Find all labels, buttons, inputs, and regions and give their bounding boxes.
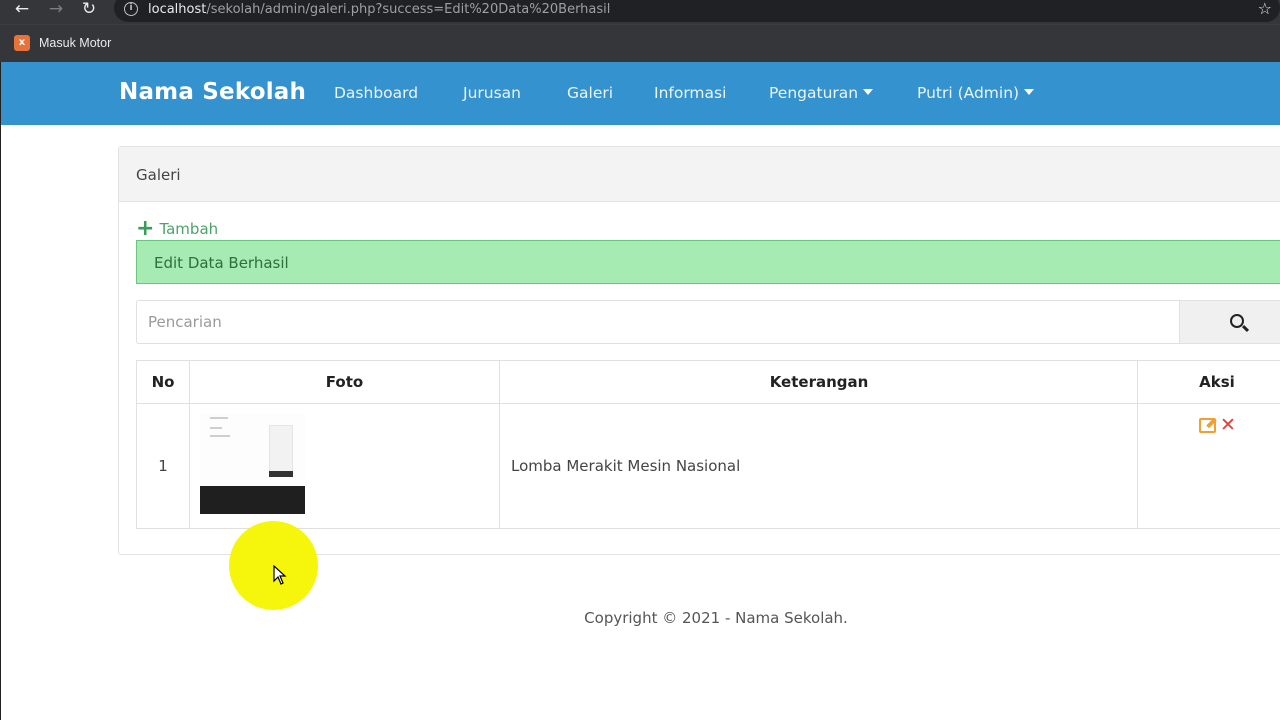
thumb-box: [269, 425, 293, 475]
add-button[interactable]: + Tambah: [136, 216, 219, 241]
search-button[interactable]: [1179, 300, 1280, 344]
edit-icon[interactable]: [1199, 418, 1216, 433]
search-input[interactable]: [136, 300, 1179, 344]
header-foto: Foto: [189, 361, 500, 404]
header-aksi: Aksi: [1138, 361, 1280, 404]
nav-galeri[interactable]: Galeri: [567, 84, 613, 102]
plus-icon: +: [136, 216, 155, 241]
panel-heading: Galeri: [119, 147, 1280, 202]
info-icon[interactable]: i: [124, 2, 138, 16]
column-divider: [499, 361, 500, 528]
add-label: Tambah: [159, 220, 219, 238]
url-text: localhost/sekolah/admin/galeri.php?succe…: [148, 2, 611, 17]
bookmarks-bar: x Masuk Motor: [0, 24, 1280, 62]
galeri-table: No Foto Keterangan Aksi 1 Lomba Merakit …: [136, 360, 1280, 529]
nav-pengaturan-label: Pengaturan: [769, 84, 859, 102]
nav-user-dropdown[interactable]: Putri (Admin): [917, 84, 1035, 102]
navbar: Nama Sekolah Dashboard Jurusan Galeri In…: [0, 62, 1280, 125]
browser-toolbar: ← → ↻ i localhost/sekolah/admin/galeri.p…: [0, 0, 1280, 24]
reload-icon[interactable]: ↻: [78, 0, 100, 20]
xampp-icon: x: [14, 35, 30, 51]
column-divider: [1137, 361, 1138, 528]
alert-text: Edit Data Berhasil: [154, 254, 289, 272]
success-alert: Edit Data Berhasil: [136, 240, 1280, 284]
nav-pengaturan-dropdown[interactable]: Pengaturan: [769, 84, 874, 102]
panel-title: Galeri: [136, 166, 181, 184]
brand[interactable]: Nama Sekolah: [119, 79, 306, 105]
address-bar[interactable]: i localhost/sekolah/admin/galeri.php?suc…: [114, 0, 1280, 22]
bookmark-item[interactable]: x Masuk Motor: [14, 33, 111, 53]
cell-no: 1: [158, 457, 168, 475]
thumb-bar: [200, 486, 305, 514]
header-keterangan: Keterangan: [500, 361, 1138, 404]
nav-dashboard[interactable]: Dashboard: [334, 84, 418, 102]
forward-icon[interactable]: →: [45, 0, 67, 20]
caret-down-icon: [1024, 88, 1035, 95]
star-icon[interactable]: ☆: [1258, 0, 1272, 18]
nav-user-label: Putri (Admin): [917, 84, 1020, 102]
header-no: No: [137, 361, 189, 404]
back-icon[interactable]: ←: [11, 0, 33, 20]
caret-down-icon: [863, 88, 874, 95]
thumb-dark: [269, 471, 293, 477]
bookmark-label: Masuk Motor: [39, 36, 112, 50]
search-icon: [1230, 314, 1244, 328]
cell-keterangan: Lomba Merakit Mesin Nasional: [511, 457, 741, 475]
window-edge: [0, 125, 1, 720]
thumb-line: [210, 427, 222, 429]
nav-jurusan[interactable]: Jurusan: [463, 84, 521, 102]
column-divider: [189, 361, 190, 528]
photo-thumbnail[interactable]: [200, 413, 305, 514]
thumb-line: [210, 417, 228, 419]
delete-icon[interactable]: ✕: [1220, 413, 1236, 437]
nav-informasi[interactable]: Informasi: [654, 84, 726, 102]
footer-copyright: Copyright © 2021 - Nama Sekolah.: [584, 609, 848, 627]
thumb-line: [210, 435, 230, 437]
